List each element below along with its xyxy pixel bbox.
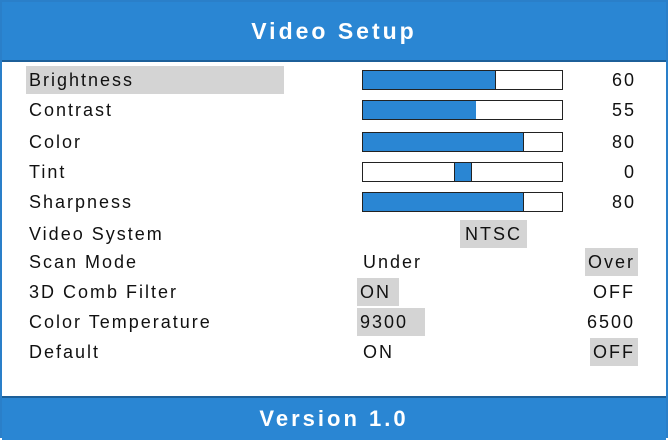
brightness-slider[interactable] (362, 70, 563, 90)
comb-filter-label: 3D Comb Filter (29, 282, 179, 302)
contrast-row[interactable]: Contrast 55 (2, 96, 666, 124)
brightness-value: 60 (611, 70, 636, 90)
sharpness-label: Sharpness (29, 192, 134, 212)
tint-value: 0 (623, 162, 636, 182)
brightness-label: Brightness (26, 66, 284, 94)
color-temperature-label: Color Temperature (29, 312, 212, 332)
brightness-row[interactable]: Brightness 60 (2, 66, 666, 94)
osd-title-bar: Video Setup (2, 2, 666, 62)
video-system-label: Video System (29, 224, 164, 244)
tint-slider[interactable] (362, 162, 563, 182)
video-system-option[interactable]: NTSC (460, 220, 527, 248)
color-temperature-6500-option[interactable]: 6500 (584, 308, 638, 336)
tint-slider-marker[interactable] (454, 163, 472, 181)
osd-title: Video Setup (251, 17, 417, 44)
color-row[interactable]: Color 80 (2, 128, 666, 156)
scan-mode-label: Scan Mode (29, 252, 139, 272)
sharpness-row[interactable]: Sharpness 80 (2, 188, 666, 216)
default-on-option[interactable]: ON (360, 338, 397, 366)
contrast-label: Contrast (29, 100, 114, 120)
color-temperature-9300-option[interactable]: 9300 (357, 308, 425, 336)
sharpness-slider[interactable] (362, 192, 563, 212)
color-slider[interactable] (362, 132, 563, 152)
color-temperature-row[interactable]: Color Temperature 9300 6500 (2, 308, 666, 336)
comb-filter-row[interactable]: 3D Comb Filter ON OFF (2, 278, 666, 306)
scan-mode-under-option[interactable]: Under (360, 248, 425, 276)
default-off-option[interactable]: OFF (590, 338, 638, 366)
default-label: Default (29, 342, 101, 362)
comb-filter-off-option[interactable]: OFF (590, 278, 638, 306)
version-label: Version 1.0 (259, 406, 409, 431)
scan-mode-row[interactable]: Scan Mode Under Over (2, 248, 666, 276)
color-label: Color (29, 132, 83, 152)
contrast-slider-fill (363, 101, 477, 119)
color-slider-fill (363, 133, 525, 151)
tint-label: Tint (29, 162, 67, 182)
scan-mode-over-option[interactable]: Over (584, 248, 638, 276)
comb-filter-on-option[interactable]: ON (357, 278, 399, 306)
contrast-value: 55 (611, 100, 636, 120)
sharpness-value: 80 (611, 192, 636, 212)
osd-footer-bar: Version 1.0 (2, 396, 666, 440)
brightness-slider-fill (363, 71, 497, 89)
default-row[interactable]: Default ON OFF (2, 338, 666, 366)
video-system-row[interactable]: Video System NTSC (2, 220, 666, 248)
tint-row[interactable]: Tint 0 (2, 158, 666, 186)
contrast-slider[interactable] (362, 100, 563, 120)
color-value: 80 (611, 132, 636, 152)
video-setup-osd: Video Setup Brightness 60 Contrast 55 Co… (0, 0, 668, 440)
sharpness-slider-fill (363, 193, 525, 211)
